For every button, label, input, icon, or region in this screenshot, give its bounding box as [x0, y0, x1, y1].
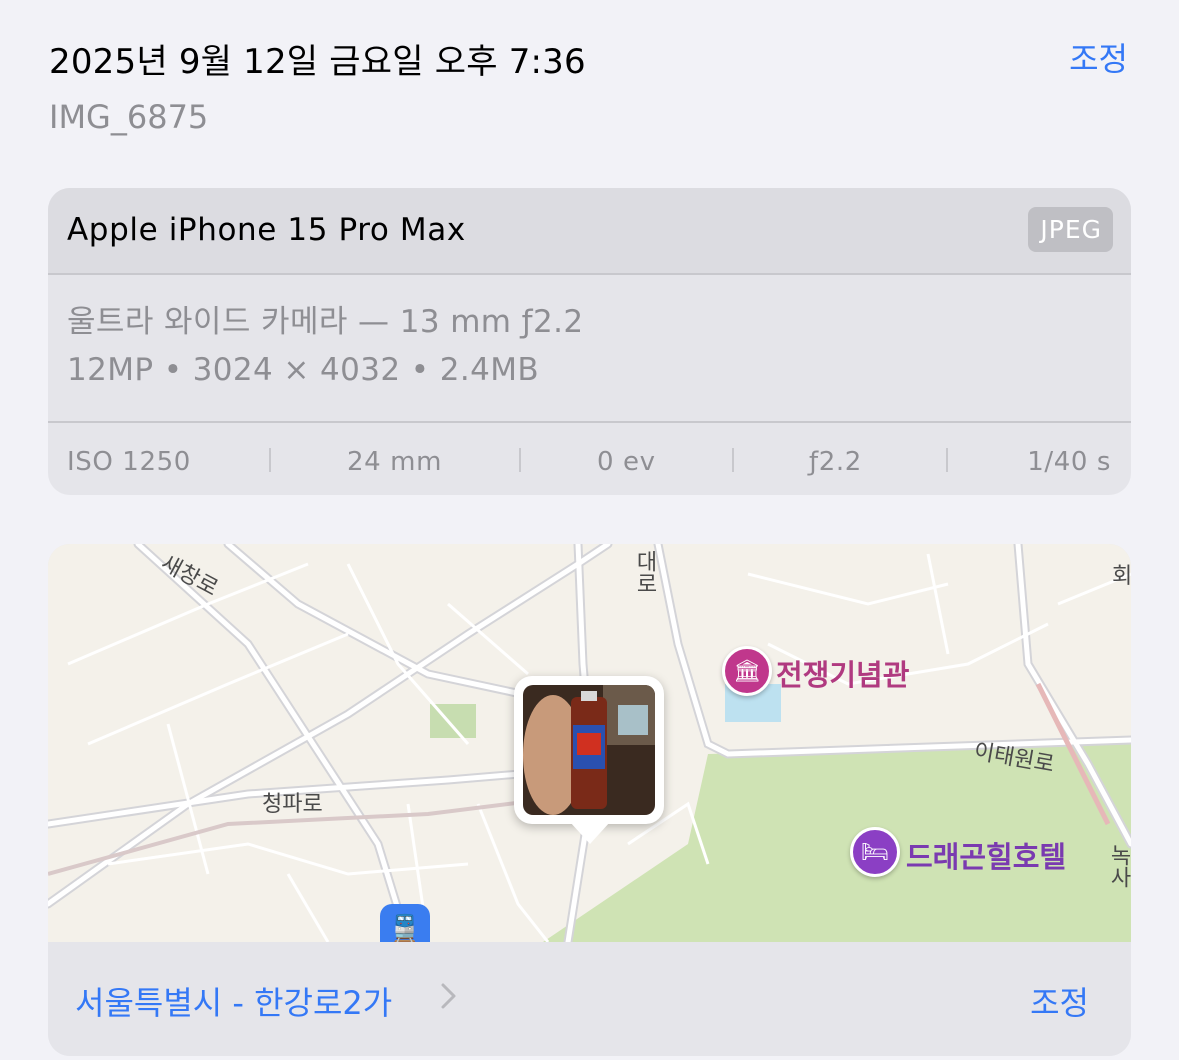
exif-exposure: 0 ev	[597, 447, 656, 477]
road-label-dae: 대로	[632, 550, 657, 594]
adjust-location-button[interactable]: 조정	[1030, 978, 1089, 1024]
photo-location-pin[interactable]	[514, 676, 664, 844]
location-card: 새창로 대로 회 이태원로 청파로 녹사 🏛 전쟁기념관 🛏 드래곤힐호텔 🚆 …	[48, 544, 1131, 1056]
map-view[interactable]: 새창로 대로 회 이태원로 청파로 녹사 🏛 전쟁기념관 🛏 드래곤힐호텔 🚆	[48, 544, 1131, 942]
exif-aperture: ƒ2.2	[809, 447, 862, 477]
exif-divider	[946, 448, 948, 472]
hotel-pin[interactable]: 🛏	[850, 827, 900, 877]
photo-thumbnail-image	[523, 685, 655, 815]
camera-info-card: Apple iPhone 15 Pro Max JPEG 울트라 와이드 카메라…	[48, 188, 1131, 495]
road-label-hoe: 회	[1112, 564, 1131, 589]
exif-row: ISO 1250 24 mm 0 ev ƒ2.2 1/40 s	[48, 421, 1131, 495]
camera-card-header: Apple iPhone 15 Pro Max JPEG	[48, 188, 1131, 275]
poi-label-hotel[interactable]: 드래곤힐호텔	[906, 834, 1066, 876]
train-icon: 🚆	[388, 914, 422, 942]
exif-iso: ISO 1250	[67, 447, 191, 477]
format-badge: JPEG	[1028, 207, 1113, 252]
adjust-date-button[interactable]: 조정	[1069, 34, 1128, 80]
poi-label-museum[interactable]: 전쟁기념관	[776, 652, 909, 694]
chevron-right-icon[interactable]	[434, 982, 462, 1010]
file-name: IMG_6875	[49, 98, 209, 136]
exif-shutter: 1/40 s	[1027, 447, 1111, 477]
photo-thumbnail	[523, 685, 655, 815]
transit-pin[interactable]: 🚆	[380, 904, 430, 942]
road-label-cheongpa: 청파로	[262, 792, 323, 817]
exif-focal-length: 24 mm	[347, 447, 443, 477]
road-label-nok: 녹사	[1106, 844, 1131, 888]
location-footer: 서울특별시 - 한강로2가 조정	[48, 942, 1131, 1056]
location-link[interactable]: 서울특별시 - 한강로2가	[75, 978, 392, 1024]
museum-icon: 🏛	[733, 658, 761, 684]
image-specs: 12MP • 3024 × 4032 • 2.4MB	[67, 352, 540, 388]
museum-pin[interactable]: 🏛	[722, 646, 772, 696]
exif-divider	[519, 448, 521, 472]
device-name: Apple iPhone 15 Pro Max	[67, 212, 466, 248]
lens-info: 울트라 와이드 카메라 — 13 mm ƒ2.2	[67, 304, 584, 340]
bed-icon: 🛏	[861, 839, 889, 865]
capture-date: 2025년 9월 12일 금요일 오후 7:36	[49, 42, 586, 82]
exif-divider	[732, 448, 734, 472]
exif-divider	[269, 448, 271, 472]
